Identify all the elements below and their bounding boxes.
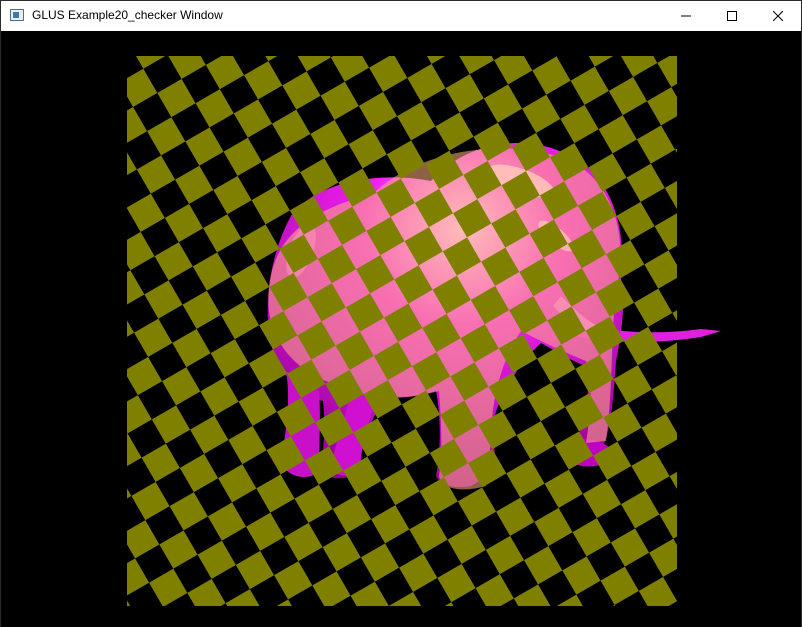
checker-quad-overlay xyxy=(127,56,677,606)
title-bar[interactable]: GLUS Example20_checker Window xyxy=(1,1,801,31)
render-viewport[interactable] xyxy=(1,31,801,627)
opengl-scene xyxy=(1,31,801,627)
maximize-icon xyxy=(727,11,737,21)
close-icon xyxy=(773,11,783,21)
application-window: GLUS Example20_checker Window xyxy=(0,0,802,627)
maximize-button[interactable] xyxy=(709,1,755,31)
minimize-icon xyxy=(681,15,691,17)
window-title: GLUS Example20_checker Window xyxy=(32,8,223,22)
close-button[interactable] xyxy=(755,1,801,31)
minimize-button[interactable] xyxy=(663,1,709,31)
app-window-icon[interactable] xyxy=(10,9,24,21)
